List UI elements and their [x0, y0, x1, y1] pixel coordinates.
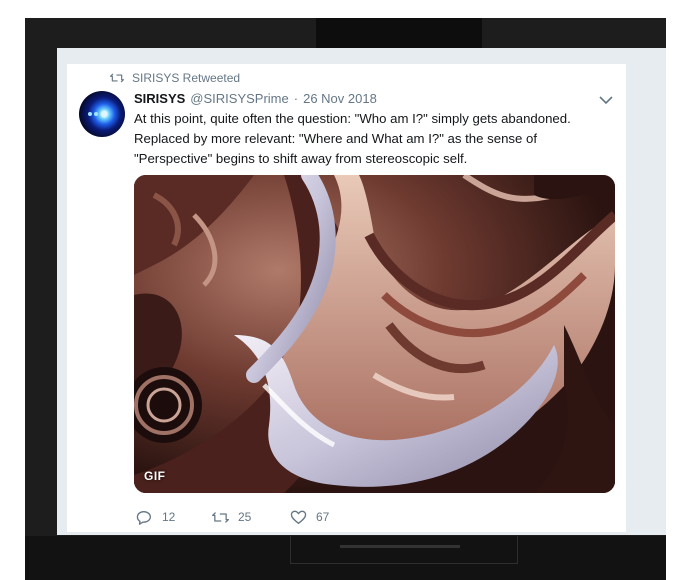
retweet-count: 25 [238, 510, 252, 524]
bottom-faint-text [340, 545, 460, 548]
handle[interactable]: @SIRISYSPrime [190, 91, 288, 106]
retweet-button[interactable]: 25 [212, 510, 290, 525]
dark-top-block [316, 18, 482, 48]
reply-button[interactable]: 12 [136, 510, 212, 525]
like-button[interactable]: 67 [290, 510, 329, 525]
gif-artwork [134, 175, 615, 493]
separator: · [293, 91, 299, 106]
retweet-banner[interactable]: SIRISYS Retweeted [110, 71, 240, 85]
reply-count: 12 [162, 510, 176, 524]
avatar-dot [94, 112, 98, 116]
tweet-date[interactable]: 26 Nov 2018 [303, 91, 377, 106]
retweet-icon [110, 73, 124, 83]
tweet-text: At this point, quite often the question:… [134, 109, 614, 169]
like-count: 67 [316, 510, 330, 524]
gif-media[interactable]: GIF [134, 175, 615, 493]
retweet-banner-label: SIRISYS Retweeted [132, 71, 241, 85]
avatar-dot [88, 112, 92, 116]
heart-icon [290, 510, 307, 524]
tweet-text-line: At this point, quite often the question:… [134, 111, 571, 126]
avatar[interactable] [79, 91, 125, 137]
reply-icon [136, 510, 151, 525]
retweet-icon [212, 511, 229, 523]
tweet-header: SIRISYS @SIRISYSPrime · 26 Nov 2018 [134, 91, 377, 107]
display-name[interactable]: SIRISYS [134, 91, 185, 106]
tweet-text-line: Replaced by more relevant: "Where and Wh… [134, 131, 537, 146]
chevron-down-icon[interactable] [598, 95, 614, 105]
bottom-box [290, 536, 518, 564]
tweet-actions: 12 25 67 [136, 508, 329, 526]
gif-badge: GIF [144, 469, 166, 483]
tweet-text-line: "Perspective" begins to shift away from … [134, 151, 468, 166]
